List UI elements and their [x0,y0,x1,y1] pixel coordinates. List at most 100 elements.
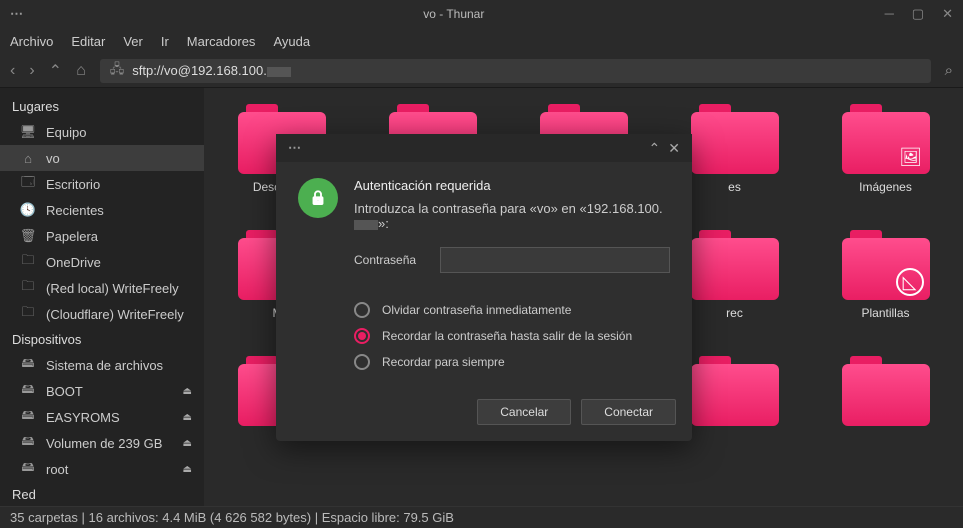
menu-ver[interactable]: Ver [123,34,143,49]
connect-button[interactable]: Conectar [581,399,676,425]
sidebar-item-label: OneDrive [46,255,101,270]
window-title: vo - Thunar [23,7,885,21]
sidebar-item-label: Sistema de archivos [46,358,163,373]
sidebar-item-label: Volumen de 239 GB [46,436,162,451]
sidebar-header-network: Red [0,482,204,506]
eject-icon[interactable]: ⏏ [183,438,192,449]
menu-ayuda[interactable]: Ayuda [273,34,310,49]
sidebar: Lugares 🖥 Equipo ⌂vo🗔Escritorio 🕓 Recientes 🗑… [0,88,204,506]
search-icon[interactable]: ⌕ [945,62,953,79]
template-icon: ◺ [896,268,924,296]
dialog-collapse-icon[interactable]: ⌃ [649,140,661,157]
disk-icon: 🖴 [20,461,36,477]
monitor-icon: 🖥 [20,124,36,140]
eject-icon[interactable]: ⏏ [183,412,192,423]
menu-ir[interactable]: Ir [161,34,169,49]
sidebar-item-label: Recientes [46,203,104,218]
statusbar: 35 carpetas | 16 archivos: 4.4 MiB (4 62… [0,506,963,528]
radio-label: Recordar la contraseña hasta salir de la… [382,329,632,343]
sidebar-item[interactable]: 🗀(Red local) WriteFreely [0,275,204,301]
close-icon[interactable]: ✕ [942,6,953,22]
dialog-radio-option[interactable]: Recordar la contraseña hasta salir de la… [354,323,670,349]
sidebar-item[interactable]: 🗔Escritorio [0,171,204,197]
forward-icon[interactable]: › [29,62,34,80]
auth-dialog: ⋯ ⌃ ✕ Autenticación requerida Introduzca… [276,134,692,441]
path-text: sftp://vo@192.168.100. [132,63,291,78]
disk-icon: 🖴 [20,409,36,425]
folder-icon: 🖼 [842,104,930,174]
sidebar-item[interactable]: 🖴 root ⏏ [0,456,204,482]
menubar: Archivo Editar Ver Ir Marcadores Ayuda [0,28,963,54]
folder-item[interactable] [824,356,947,432]
sidebar-item-label: BOOT [46,384,83,399]
titlebar: ⋯ vo - Thunar ─ ▢ ✕ [0,0,963,28]
lock-icon [298,178,338,218]
folder-icon [842,356,930,426]
radio-icon [354,354,370,370]
folder-icon: ◺ [842,230,930,300]
folder-label: es [728,180,741,194]
sidebar-item-label: (Cloudflare) WriteFreely [46,307,184,322]
menu-marcadores[interactable]: Marcadores [187,34,256,49]
sidebar-item[interactable]: 🗀 OneDrive [0,249,204,275]
dialog-close-icon[interactable]: ✕ [668,140,680,157]
folder-label: Imágenes [859,180,912,194]
folder-label: Plantillas [861,306,909,320]
dialog-radio-option[interactable]: Recordar para siempre [354,349,670,375]
menu-editar[interactable]: Editar [71,34,105,49]
radio-icon [354,302,370,318]
dialog-title: Autenticación requerida [354,178,670,193]
password-label: Contraseña [354,253,428,267]
radio-label: Olvidar contraseña inmediatamente [382,303,571,317]
network-folder-icon: 🖧 [110,60,125,82]
trash-icon: 🗑 [20,228,36,244]
minimize-icon[interactable]: ─ [885,6,894,22]
sidebar-item[interactable]: 🖴 Sistema de archivos [0,352,204,378]
sidebar-item-label: Escritorio [46,177,100,192]
disk-icon: 🖴 [20,383,36,399]
back-icon[interactable]: ‹ [10,62,15,80]
dialog-radio-option[interactable]: Olvidar contraseña inmediatamente [354,297,670,323]
eject-icon[interactable]: ⏏ [183,464,192,475]
password-input[interactable] [440,247,670,273]
dialog-menu-icon[interactable]: ⋯ [288,140,301,156]
app-menu-icon[interactable]: ⋯ [10,6,23,22]
disk-icon: 🖴 [20,435,36,451]
sidebar-item-label: Equipo [46,125,86,140]
folder-icon: 🗀 [20,254,36,270]
eject-icon[interactable]: ⏏ [183,386,192,397]
sidebar-item[interactable]: ⌂vo [0,145,204,171]
sidebar-item-label: vo [46,151,60,166]
folder-icon [691,230,779,300]
cancel-button[interactable]: Cancelar [477,399,571,425]
sidebar-item[interactable]: 🖥 Equipo [0,119,204,145]
toolbar: ‹ › ⌃ ⌂ 🖧 sftp://vo@192.168.100. ⌕ [0,54,963,88]
folder-item[interactable]: ◺ Plantillas [824,230,947,320]
sidebar-item[interactable]: 🗑Papelera [0,223,204,249]
folder-icon [691,356,779,426]
clock-icon: 🕓 [20,202,36,218]
maximize-icon[interactable]: ▢ [912,6,924,22]
sidebar-item-label: EASYROMS [46,410,120,425]
sidebar-item[interactable]: 🖴 BOOT ⏏ [0,378,204,404]
sidebar-header-places: Lugares [0,94,204,119]
menu-archivo[interactable]: Archivo [10,34,53,49]
path-bar[interactable]: 🖧 sftp://vo@192.168.100. [100,59,931,83]
radio-icon [354,328,370,344]
sidebar-item[interactable]: 🖴 EASYROMS ⏏ [0,404,204,430]
sidebar-item[interactable]: 🖴 Volumen de 239 GB ⏏ [0,430,204,456]
sidebar-item-label: root [46,462,68,477]
up-icon[interactable]: ⌃ [49,61,62,81]
folder-label: rec [726,306,743,320]
status-text: 35 carpetas | 16 archivos: 4.4 MiB (4 62… [10,510,454,525]
sidebar-header-devices: Dispositivos [0,327,204,352]
home-icon[interactable]: ⌂ [76,62,86,80]
folder-icon [691,104,779,174]
sidebar-item[interactable]: 🗀 (Cloudflare) WriteFreely [0,301,204,327]
sidebar-item[interactable]: 🕓 Recientes [0,197,204,223]
disk-icon: 🖴 [20,357,36,373]
folder-item[interactable]: 🖼 Imágenes [824,104,947,194]
sidebar-item-label: (Red local) WriteFreely [46,281,179,296]
radio-label: Recordar para siempre [382,355,505,369]
folder-icon: 🗀 [20,306,36,322]
